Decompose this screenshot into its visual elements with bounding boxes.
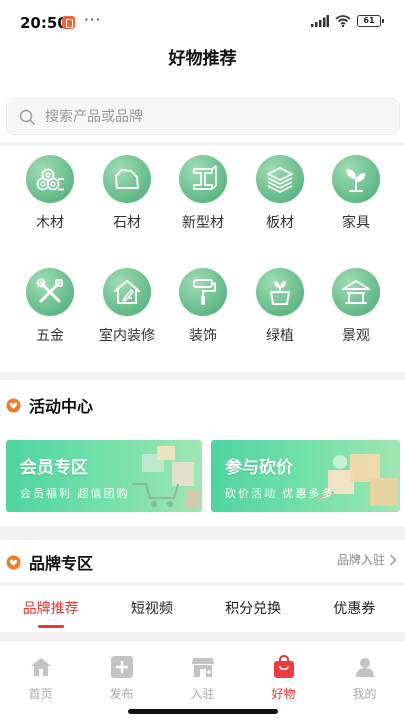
battery-icon: 61 bbox=[357, 15, 384, 27]
category-board[interactable]: 板材 bbox=[247, 155, 313, 232]
heart-badge-icon bbox=[6, 398, 21, 412]
tabbar-label: 发布 bbox=[109, 687, 134, 701]
home-icon bbox=[30, 658, 51, 676]
page-title: 好物推荐 bbox=[168, 49, 237, 69]
category-label: 五金 bbox=[36, 328, 64, 344]
board-stack-icon bbox=[267, 167, 293, 193]
shopping-bag-icon bbox=[273, 655, 294, 678]
steel-beam-icon bbox=[193, 165, 217, 190]
tabbar-home[interactable]: 首页 bbox=[0, 641, 81, 720]
pavilion-icon bbox=[342, 280, 370, 304]
shopping-illustration-icon bbox=[132, 446, 200, 508]
banner-title: 会员专区 bbox=[20, 458, 88, 478]
sprout-icon bbox=[346, 169, 366, 192]
wifi-icon bbox=[335, 15, 351, 27]
status-bar: 20:50 ··· 61 bbox=[0, 0, 405, 44]
header: 好物推荐 bbox=[0, 44, 405, 90]
stone-icon bbox=[115, 169, 139, 189]
app-notification-icon bbox=[62, 16, 75, 29]
wood-logs-icon bbox=[36, 168, 64, 191]
brand-header: 品牌专区 bbox=[6, 550, 93, 574]
activity-title: 活动中心 bbox=[29, 397, 94, 416]
status-time: 20:50 bbox=[20, 14, 68, 32]
tools-icon bbox=[36, 278, 63, 303]
category-landscape[interactable]: 景观 bbox=[323, 268, 389, 345]
member-zone-banner[interactable]: 会员专区 会员福利 超值团购 bbox=[6, 440, 202, 512]
category-plants[interactable]: 绿植 bbox=[247, 268, 313, 345]
more-notifications-icon: ··· bbox=[84, 11, 102, 29]
boxes-illustration-icon bbox=[317, 454, 398, 506]
category-decoration[interactable]: 装饰 bbox=[170, 268, 236, 345]
category-interior[interactable]: 室内装修 bbox=[94, 268, 160, 345]
house-brush-icon bbox=[114, 280, 140, 304]
paint-roller-icon bbox=[193, 279, 216, 305]
storefront-icon bbox=[191, 658, 214, 677]
category-label: 木材 bbox=[36, 215, 64, 231]
potted-plant-icon bbox=[270, 281, 290, 305]
banner-subtitle: 会员福利 超值团购 bbox=[20, 487, 130, 500]
tabbar-label: 好物 bbox=[271, 687, 296, 701]
category-new-material[interactable]: 新型材 bbox=[170, 155, 236, 232]
brand-join-link[interactable]: 品牌入驻 bbox=[337, 551, 397, 568]
profile-icon bbox=[355, 658, 374, 677]
chevron-right-icon bbox=[390, 554, 397, 565]
tab-points-exchange[interactable]: 积分兑换 bbox=[203, 586, 304, 632]
activity-header: 活动中心 bbox=[6, 393, 93, 417]
bargain-banner[interactable]: 参与砍价 砍价活动 优惠多多 bbox=[211, 440, 400, 512]
banner-subtitle: 砍价活动 优惠多多 bbox=[225, 487, 335, 500]
tab-coupons[interactable]: 优惠券 bbox=[304, 586, 405, 632]
tabbar-label: 入驻 bbox=[190, 687, 215, 701]
heart-badge-icon bbox=[6, 555, 21, 569]
search-section bbox=[0, 90, 405, 142]
category-furniture[interactable]: 家具 bbox=[323, 155, 389, 232]
category-label: 家具 bbox=[342, 215, 370, 231]
search-icon bbox=[19, 109, 35, 125]
search-input[interactable] bbox=[45, 99, 385, 134]
category-wood[interactable]: 木材 bbox=[17, 155, 83, 232]
category-label: 石材 bbox=[113, 215, 141, 231]
category-label: 板材 bbox=[266, 215, 294, 231]
search-bar[interactable] bbox=[6, 98, 400, 135]
tabbar-label: 我的 bbox=[352, 687, 377, 701]
category-label: 新型材 bbox=[182, 215, 224, 231]
tab-brand-recommend[interactable]: 品牌推荐 bbox=[0, 586, 101, 632]
brand-section: 品牌专区 品牌入驻 bbox=[0, 540, 405, 582]
brand-join-label: 品牌入驻 bbox=[336, 553, 385, 567]
brand-title: 品牌专区 bbox=[29, 554, 94, 573]
category-label: 室内装修 bbox=[99, 328, 155, 344]
category-label: 绿植 bbox=[266, 328, 294, 344]
activity-section: 活动中心 会员专区 会员福利 超值团购 参与砍价 砍价活动 优惠多多 bbox=[0, 380, 405, 526]
category-label: 景观 bbox=[342, 328, 370, 344]
banner-title: 参与砍价 bbox=[225, 458, 293, 478]
tabbar-profile[interactable]: 我的 bbox=[324, 641, 405, 720]
category-stone[interactable]: 石材 bbox=[94, 155, 160, 232]
tab-short-video[interactable]: 短视频 bbox=[101, 586, 202, 632]
home-indicator bbox=[128, 709, 278, 714]
signal-icon bbox=[311, 15, 329, 27]
category-hardware[interactable]: 五金 bbox=[17, 268, 83, 345]
brand-tabs: 品牌推荐 短视频 积分兑换 优惠券 bbox=[0, 586, 405, 632]
category-grid: 木材 石材 新型材 板材 家具 五金 室内装修 装饰 绿植 景观 bbox=[0, 146, 405, 372]
publish-plus-icon bbox=[110, 656, 133, 678]
category-label: 装饰 bbox=[189, 328, 217, 344]
tabbar-label: 首页 bbox=[28, 687, 53, 701]
bottom-tab-bar: 首页 发布 入驻 好物 我的 bbox=[0, 640, 405, 720]
